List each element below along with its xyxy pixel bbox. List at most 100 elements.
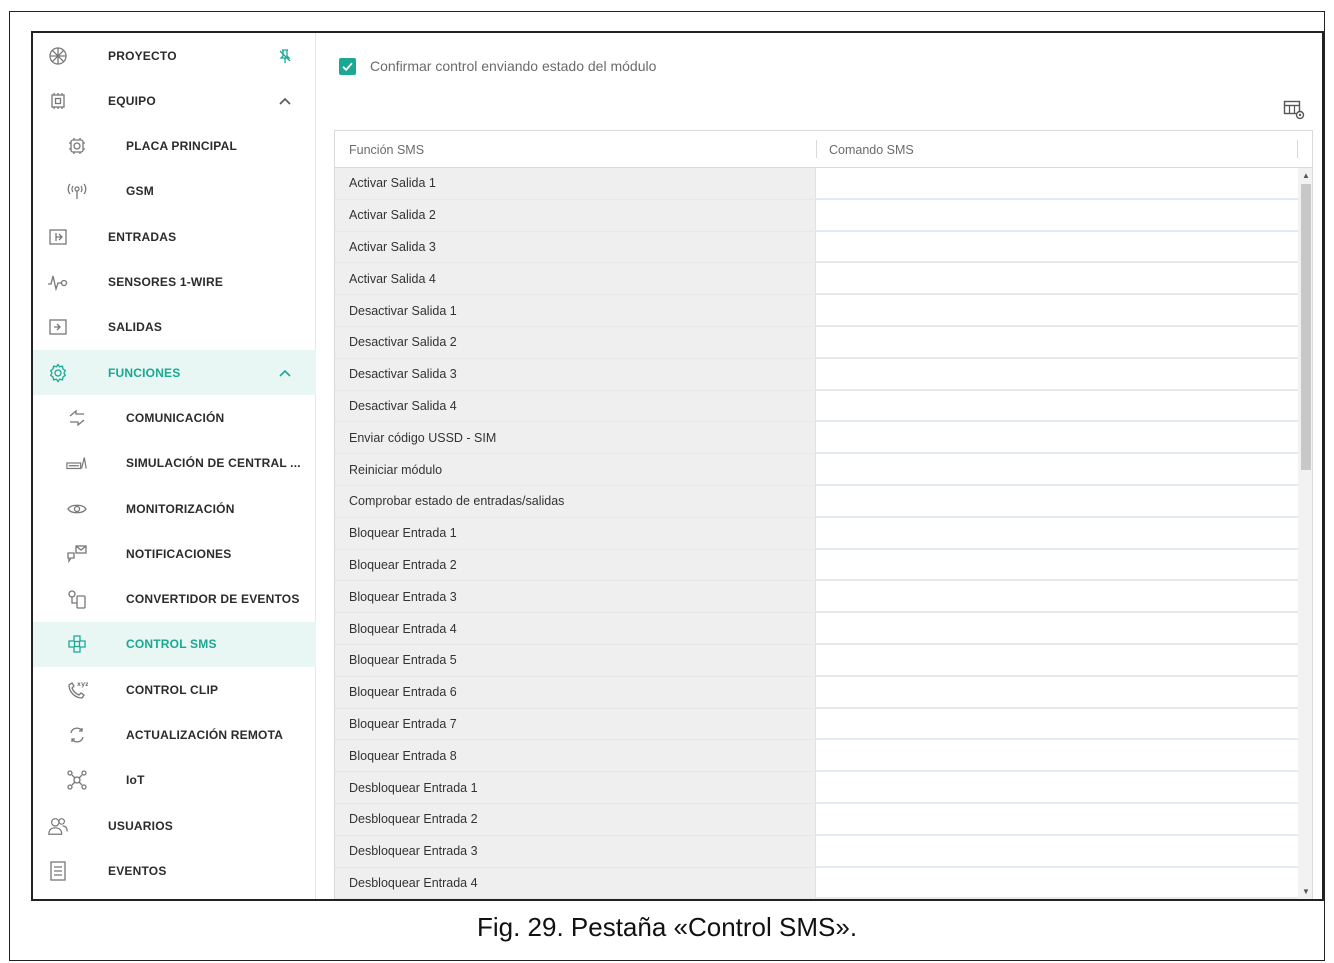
sms-command-cell[interactable] — [816, 867, 1298, 899]
sms-command-cell[interactable] — [816, 454, 1298, 485]
sms-command-cell[interactable] — [816, 168, 1298, 199]
table-row[interactable]: Bloquear Entrada 6 — [335, 676, 1298, 709]
pin-icon[interactable] — [276, 47, 294, 65]
sms-command-cell[interactable] — [816, 772, 1298, 803]
sms-function-cell: Bloquear Entrada 1 — [335, 517, 816, 549]
column-header-function[interactable]: Función SMS — [349, 131, 424, 168]
sidebar-item-simulación-de-central[interactable]: SIMULACIÓN DE CENTRAL ... — [33, 441, 316, 486]
sidebar-item-proyecto[interactable]: PROYECTO — [33, 33, 316, 78]
table-row[interactable]: Bloquear Entrada 7 — [335, 708, 1298, 741]
sms-function-cell: Activar Salida 2 — [335, 199, 816, 231]
sidebar-item-comunicación[interactable]: COMUNICACIÓN — [33, 395, 316, 440]
confirm-checkbox[interactable] — [339, 57, 356, 75]
output-icon — [47, 316, 69, 338]
column-header-command[interactable]: Comando SMS — [829, 131, 914, 168]
table-row[interactable]: Desactivar Salida 3 — [335, 358, 1298, 391]
table-row[interactable]: Desactivar Salida 4 — [335, 390, 1298, 423]
sms-command-cell[interactable] — [816, 263, 1298, 295]
sms-command-cell[interactable] — [816, 803, 1298, 835]
users-icon — [47, 815, 69, 837]
table-row[interactable]: Activar Salida 2 — [335, 199, 1298, 232]
chevron-up-icon[interactable] — [276, 364, 294, 382]
sms-command-cell[interactable] — [816, 358, 1298, 390]
sidebar-item-notificaciones[interactable]: NOTIFICACIONES — [33, 531, 316, 576]
column-divider[interactable] — [816, 140, 817, 158]
table-row[interactable]: Bloquear Entrada 1 — [335, 517, 1298, 550]
sidebar-item-entradas[interactable]: ENTRADAS — [33, 214, 316, 259]
sidebar-item-usuarios[interactable]: USUARIOS — [33, 803, 316, 848]
sms-command-cell[interactable] — [816, 740, 1298, 772]
table-row[interactable]: Bloquear Entrada 5 — [335, 644, 1298, 677]
table-row[interactable]: Desbloquear Entrada 2 — [335, 803, 1298, 836]
sidebar-item-monitorización[interactable]: MONITORIZACIÓN — [33, 486, 316, 531]
sidebar-item-gsm[interactable]: GSM — [33, 169, 316, 214]
sidebar-item-label: PROYECTO — [108, 48, 177, 63]
clip-phone-icon: xyz — [66, 679, 88, 701]
sidebar-item-equipo[interactable]: EQUIPO — [33, 78, 316, 123]
sms-function-cell: Bloquear Entrada 3 — [335, 581, 816, 613]
table-row[interactable]: Activar Salida 1 — [335, 168, 1298, 200]
sidebar-item-label: SENSORES 1-WIRE — [108, 275, 224, 289]
sidebar-item-iot[interactable]: IoT — [33, 758, 316, 803]
project-icon — [47, 45, 69, 67]
sms-command-cell[interactable] — [816, 676, 1298, 708]
sidebar-item-label: GSM — [126, 184, 154, 199]
sidebar-item-funciones[interactable]: FUNCIONES — [33, 350, 316, 396]
table-scrollbar[interactable]: ▲ ▼ — [1298, 168, 1312, 899]
table-row[interactable]: Bloquear Entrada 3 — [335, 581, 1298, 614]
sms-function-cell: Desactivar Salida 2 — [335, 326, 816, 358]
document-icon — [47, 860, 69, 882]
sms-command-cell[interactable] — [816, 581, 1298, 613]
table-row[interactable]: Comprobar estado de entradas/salidas — [335, 485, 1298, 518]
sms-function-cell: Activar Salida 4 — [335, 263, 816, 295]
sidebar-item-control-clip[interactable]: xyz CONTROL CLIP — [33, 667, 316, 712]
table-row[interactable]: Desactivar Salida 2 — [335, 326, 1298, 359]
sensor-icon — [47, 271, 69, 293]
sms-command-cell[interactable] — [816, 644, 1298, 676]
table-row[interactable]: Desactivar Salida 1 — [335, 295, 1298, 327]
sms-command-cell[interactable] — [816, 549, 1298, 581]
table-row[interactable]: Desbloquear Entrada 3 — [335, 835, 1298, 868]
table-row[interactable]: Bloquear Entrada 8 — [335, 740, 1298, 773]
table-row[interactable]: Bloquear Entrada 4 — [335, 613, 1298, 645]
sidebar-item-actualización-remota[interactable]: ACTUALIZACIÓN REMOTA — [33, 713, 316, 758]
figure-caption: Fig. 29. Pestaña «Control SMS». — [476, 912, 858, 942]
sms-command-cell[interactable] — [816, 517, 1298, 549]
table-row[interactable]: Activar Salida 4 — [335, 263, 1298, 296]
scroll-up-arrow-icon[interactable]: ▲ — [1302, 172, 1310, 180]
sms-command-cell[interactable] — [816, 422, 1298, 454]
sms-command-cell[interactable] — [816, 708, 1298, 740]
sms-command-cell[interactable] — [816, 835, 1298, 867]
table-row[interactable]: Enviar código USSD - SIM — [335, 422, 1298, 455]
sidebar-item-sensores-1-wire[interactable]: SENSORES 1-WIRE — [33, 260, 316, 305]
table-settings-icon[interactable] — [1283, 98, 1305, 120]
event-converter-icon — [66, 588, 88, 610]
sms-command-cell[interactable] — [816, 295, 1298, 326]
table-row[interactable]: Reiniciar módulo — [335, 454, 1298, 486]
sms-command-cell[interactable] — [816, 199, 1298, 231]
sms-command-cell[interactable] — [816, 485, 1298, 517]
chevron-up-icon[interactable] — [276, 92, 294, 110]
table-row[interactable]: Desbloquear Entrada 4 — [335, 867, 1298, 899]
sms-function-cell: Comprobar estado de entradas/salidas — [335, 485, 816, 517]
table-row[interactable]: Bloquear Entrada 2 — [335, 549, 1298, 582]
sms-command-cell[interactable] — [816, 390, 1298, 422]
sidebar-item-salidas[interactable]: SALIDAS — [33, 305, 316, 350]
table-header: Función SMS Comando SMS — [335, 131, 1312, 168]
sms-command-cell[interactable] — [816, 231, 1298, 263]
sms-function-cell: Bloquear Entrada 4 — [335, 613, 816, 644]
confirm-control-option[interactable]: Confirmar control enviando estado del mó… — [339, 56, 656, 76]
sidebar-item-convertidor-de-eventos[interactable]: CONVERTIDOR DE EVENTOS — [33, 577, 316, 622]
scrollbar-thumb[interactable] — [1301, 184, 1311, 470]
table-row[interactable]: Activar Salida 3 — [335, 231, 1298, 264]
sms-command-cell[interactable] — [816, 326, 1298, 358]
table-row[interactable]: Desbloquear Entrada 1 — [335, 772, 1298, 804]
scroll-down-arrow-icon[interactable]: ▼ — [1302, 888, 1310, 896]
sidebar-item-control-sms[interactable]: CONTROL SMS — [33, 621, 316, 667]
sidebar-item-eventos[interactable]: EVENTOS — [33, 848, 316, 893]
sms-function-cell: Desbloquear Entrada 3 — [335, 835, 816, 867]
sms-command-cell[interactable] — [816, 613, 1298, 644]
sidebar-item-placa-principal[interactable]: PLACA PRINCIPAL — [33, 124, 316, 169]
sms-function-cell: Desactivar Salida 1 — [335, 295, 816, 326]
column-divider[interactable] — [1297, 140, 1298, 158]
